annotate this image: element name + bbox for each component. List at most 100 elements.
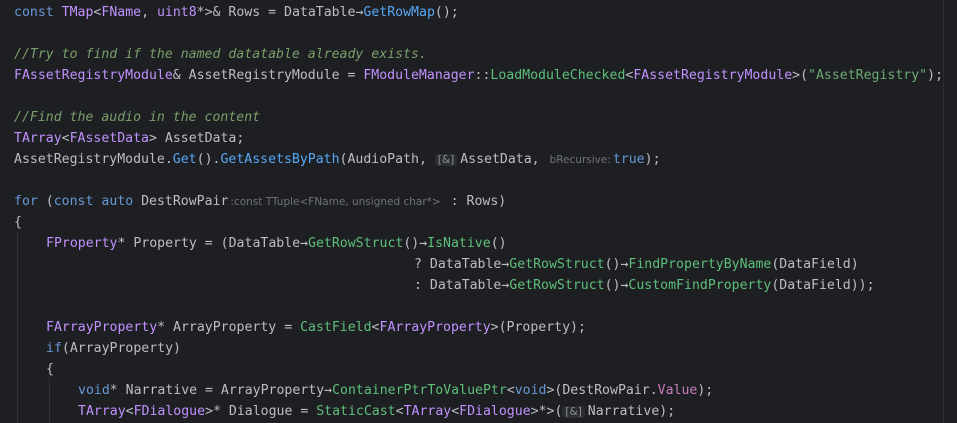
string-literal: "AssetRegistry" [808,68,928,83]
code-text: ( [37,194,54,209]
comment: //Find the audio in the content [14,110,261,125]
code-line-11[interactable]: { [14,212,22,233]
function-containerptrtovalueptr: ContainerPtrToValuePtr [332,383,507,398]
code-text: (). [196,152,221,167]
code-text: (); [434,5,459,20]
code-line-7[interactable]: TArray<FAssetData> AssetData; [14,128,244,149]
code-text: () [490,236,507,251]
inlay-hint-parameter: bRecursive: [549,154,611,166]
field-value: Value [657,383,698,398]
code-text: (AudioPath, [339,152,435,167]
arrow-operator: → [324,383,333,398]
code-text: & AssetRegistryModule = [172,68,364,83]
code-line-3[interactable]: //Try to find if the named datatable alr… [14,44,427,65]
type-tarray: TArray [403,404,452,419]
type-fassetregistrymodule: FAssetRegistryModule [633,68,793,83]
function-castfield: CastField [300,320,372,335]
code-line-16[interactable]: FArrayProperty* ArrayProperty = CastFiel… [46,317,586,338]
inlay-hint-reference: [&] [434,154,458,166]
code-text: *>& Rows = DataTable [196,5,356,20]
code-text: * ArrayProperty = [157,320,301,335]
code-text: >(DestRowPair. [546,383,658,398]
type-fassetregistrymodule: FAssetRegistryModule [14,68,173,83]
type-fname: FName [101,5,142,20]
code-line-6[interactable]: //Find the audio in the content [14,107,260,128]
code-line-19[interactable]: void* Narrative = ArrayProperty→Containe… [78,380,713,401]
punct: < [395,404,404,419]
inlay-hint-reference: [&] [562,406,585,418]
type-fassetdata: FAssetData [69,131,149,146]
code-line-17[interactable]: if(ArrayProperty) [46,338,181,359]
type-farrayproperty: FArrayProperty [46,320,158,335]
punct: < [451,404,460,419]
function-getrowstruct: GetRowStruct [509,278,605,293]
code-text: ); [927,68,944,83]
code-line-4[interactable]: FAssetRegistryModule& AssetRegistryModul… [14,65,943,86]
punct: < [125,404,134,419]
code-text: : DataTable [414,278,502,293]
type-tarray: TArray [14,131,62,146]
brace: { [46,362,54,377]
code-text: AssetData, [460,152,548,167]
type-fdialogue: FDialogue [133,404,206,419]
code-line-1[interactable]: const TMap<FName, uint8*>& Rows = DataTa… [14,2,459,23]
type-tarray: TArray [78,404,126,419]
function-customfindproperty: CustomFindProperty [628,278,772,293]
code-text: > AssetData; [149,131,245,146]
function-loadmodulechecked: LoadModuleChecked [490,68,626,83]
indent-guide [17,232,18,423]
code-text: () [403,236,420,251]
punct: , [141,5,157,20]
arrow-operator: → [300,236,309,251]
code-text: >* Dialogue = [205,404,317,419]
code-text: >(Property); [490,320,586,335]
type-uint8: uint8 [156,5,197,20]
type-tmap: TMap [61,5,94,20]
arrow-operator: → [419,236,428,251]
code-line-18[interactable]: { [46,359,54,380]
keyword-true: true [612,152,645,167]
keyword-void: void [78,383,110,398]
code-text: (ArrayProperty) [61,341,181,356]
punct: < [61,131,70,146]
code-line-13[interactable]: ? DataTable→GetRowStruct()→FindPropertyB… [414,254,859,275]
punct: < [506,383,515,398]
code-line-8[interactable]: AssetRegistryModule.Get().GetAssetsByPat… [14,149,661,170]
type-fmodulemanager: FModuleManager [363,68,475,83]
code-text: (DataField) [771,257,859,272]
punct: >( [792,68,809,83]
right-margin-guide [943,0,944,423]
code-text: >*>( [530,404,563,419]
keyword-for: for [14,194,38,209]
code-line-10[interactable]: for (const auto DestRowPair:const TTuple… [14,191,506,212]
code-text: (DataField)); [771,278,875,293]
function-staticcast: StaticCast [316,404,396,419]
code-editor[interactable]: const TMap < FName, uint8*>& Rows = DataTa… [0,0,957,423]
code-text: ); [697,383,714,398]
code-text: () [604,257,621,272]
keyword-auto: auto [101,194,134,209]
keyword-const: const [53,194,94,209]
code-line-12[interactable]: FProperty* Property = (DataTable→GetRowS… [46,233,507,254]
code-text: * Narrative = ArrayProperty [109,383,325,398]
function-getrowstruct: GetRowStruct [308,236,404,251]
code-text: AssetRegistryModule. [14,152,173,167]
type-farrayproperty: FArrayProperty [379,320,491,335]
keyword-void: void [514,383,547,398]
indent-guide [49,378,50,423]
type-fproperty: FProperty [46,236,118,251]
function-getassetsbypath: GetAssetsByPath [220,152,340,167]
function-isnative: IsNative [427,236,491,251]
keyword-const: const [14,5,54,20]
scope-operator: :: [474,68,491,83]
code-line-20[interactable]: TArray<FDialogue>* Dialogue = StaticCast… [78,401,675,422]
code-line-14[interactable]: : DataTable→GetRowStruct()→CustomFindPro… [414,275,875,296]
type-fdialogue: FDialogue [459,404,531,419]
code-text: ); [644,152,661,167]
function-get: Get [172,152,197,167]
code-text: Narrative); [587,404,676,419]
code-text: DestRowPair [133,194,229,209]
function-getrowstruct: GetRowStruct [509,257,605,272]
code-text: : Rows) [442,194,507,209]
keyword-if: if [46,341,62,356]
